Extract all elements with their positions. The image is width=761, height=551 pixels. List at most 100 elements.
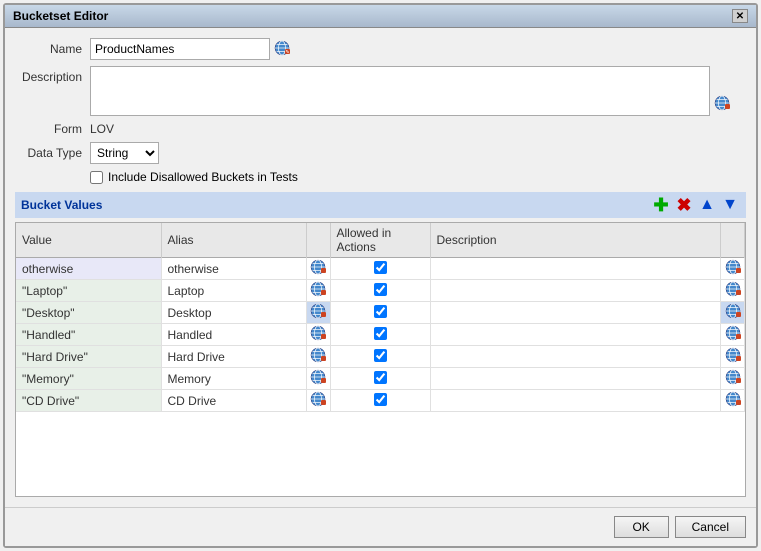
datatype-row: Data Type String Number Date — [15, 142, 746, 164]
cell-desc-globe-icon[interactable] — [721, 324, 745, 346]
allowed-checkbox[interactable] — [374, 261, 387, 274]
include-disallowed-checkbox[interactable] — [90, 171, 103, 184]
cell-alias[interactable]: Laptop — [161, 280, 306, 302]
cell-allowed[interactable] — [330, 346, 430, 368]
move-down-button[interactable]: ▼ — [720, 195, 740, 215]
bucketset-editor-dialog: Bucketset Editor ✕ Name ✎ Descriptio — [3, 3, 758, 548]
cell-alias-globe-icon[interactable] — [306, 302, 330, 324]
cell-allowed[interactable] — [330, 302, 430, 324]
cell-allowed[interactable] — [330, 280, 430, 302]
cell-alias-globe-icon[interactable] — [306, 390, 330, 412]
cell-value[interactable]: "Laptop" — [16, 280, 161, 302]
allowed-checkbox[interactable] — [374, 349, 387, 362]
cell-value[interactable]: "Hard Drive" — [16, 346, 161, 368]
down-arrow-icon: ▼ — [722, 196, 738, 214]
table-row[interactable]: "Desktop" Desktop — [16, 302, 745, 324]
allowed-checkbox[interactable] — [374, 371, 387, 384]
cell-desc-globe-icon[interactable] — [721, 280, 745, 302]
description-textarea[interactable] — [90, 66, 710, 116]
cell-alias[interactable]: Desktop — [161, 302, 306, 324]
table-row[interactable]: "Handled" Handled — [16, 324, 745, 346]
bucket-rows-body: otherwise otherwise "Laptop" Laptop — [16, 258, 745, 412]
bucket-values-table-container: Value Alias Allowed in Actions Descripti… — [15, 222, 746, 497]
cell-alias[interactable]: Handled — [161, 324, 306, 346]
desc-globe-icon[interactable] — [714, 95, 730, 114]
table-row[interactable]: "Memory" Memory — [16, 368, 745, 390]
cell-desc-globe-icon[interactable] — [721, 346, 745, 368]
name-input[interactable] — [90, 38, 270, 60]
allowed-checkbox[interactable] — [374, 305, 387, 318]
cell-alias[interactable]: Memory — [161, 368, 306, 390]
table-row[interactable]: "CD Drive" CD Drive — [16, 390, 745, 412]
add-icon: ✚ — [653, 195, 668, 216]
delete-bucket-button[interactable]: ✖ — [674, 195, 694, 215]
allowed-checkbox[interactable] — [374, 327, 387, 340]
title-bar: Bucketset Editor ✕ — [5, 5, 756, 28]
form-row: Form LOV — [15, 122, 746, 136]
cell-alias-globe-icon[interactable] — [306, 258, 330, 280]
form-label: Form — [15, 122, 90, 136]
cell-allowed[interactable] — [330, 324, 430, 346]
table-row[interactable]: otherwise otherwise — [16, 258, 745, 280]
datatype-label: Data Type — [15, 146, 90, 160]
cell-alias[interactable]: CD Drive — [161, 390, 306, 412]
cell-alias-globe-icon[interactable] — [306, 280, 330, 302]
table-header-row: Value Alias Allowed in Actions Descripti… — [16, 223, 745, 258]
cell-value[interactable]: "CD Drive" — [16, 390, 161, 412]
cell-allowed[interactable] — [330, 390, 430, 412]
cell-value[interactable]: otherwise — [16, 258, 161, 280]
up-arrow-icon: ▲ — [699, 196, 715, 214]
delete-icon: ✖ — [676, 195, 691, 216]
col-value: Value — [16, 223, 161, 258]
name-globe-icon[interactable]: ✎ — [274, 40, 290, 59]
bucket-values-section-header: Bucket Values ✚ ✖ ▲ ▼ — [15, 192, 746, 218]
cell-description[interactable] — [430, 258, 721, 280]
cell-description[interactable] — [430, 390, 721, 412]
form-value: LOV — [90, 122, 114, 136]
cell-description[interactable] — [430, 368, 721, 390]
bucket-values-table: Value Alias Allowed in Actions Descripti… — [16, 223, 745, 412]
cell-value[interactable]: "Handled" — [16, 324, 161, 346]
toolbar-buttons: ✚ ✖ ▲ ▼ — [651, 195, 740, 215]
col-desc-icon — [721, 223, 745, 258]
ok-button[interactable]: OK — [614, 516, 669, 538]
bucket-values-title: Bucket Values — [21, 198, 102, 212]
include-disallowed-label: Include Disallowed Buckets in Tests — [108, 170, 298, 184]
cell-description[interactable] — [430, 302, 721, 324]
cancel-button[interactable]: Cancel — [675, 516, 746, 538]
description-row: Description — [15, 66, 746, 116]
cell-description[interactable] — [430, 280, 721, 302]
cell-alias[interactable]: Hard Drive — [161, 346, 306, 368]
footer: OK Cancel — [5, 507, 756, 546]
dialog-content: Name ✎ Description — [5, 28, 756, 507]
cell-desc-globe-icon[interactable] — [721, 390, 745, 412]
cell-alias-globe-icon[interactable] — [306, 324, 330, 346]
cell-alias[interactable]: otherwise — [161, 258, 306, 280]
cell-alias-globe-icon[interactable] — [306, 346, 330, 368]
cell-desc-globe-icon[interactable] — [721, 368, 745, 390]
cell-value[interactable]: "Desktop" — [16, 302, 161, 324]
table-row[interactable]: "Hard Drive" Hard Drive — [16, 346, 745, 368]
cell-value[interactable]: "Memory" — [16, 368, 161, 390]
description-label: Description — [15, 66, 90, 84]
table-row[interactable]: "Laptop" Laptop — [16, 280, 745, 302]
allowed-checkbox[interactable] — [374, 393, 387, 406]
cell-description[interactable] — [430, 346, 721, 368]
include-disallowed-row: Include Disallowed Buckets in Tests — [90, 170, 746, 184]
name-label: Name — [15, 42, 90, 56]
move-up-button[interactable]: ▲ — [697, 195, 717, 215]
cell-alias-globe-icon[interactable] — [306, 368, 330, 390]
add-bucket-button[interactable]: ✚ — [651, 195, 671, 215]
cell-desc-globe-icon[interactable] — [721, 258, 745, 280]
cell-allowed[interactable] — [330, 258, 430, 280]
col-description: Description — [430, 223, 721, 258]
close-button[interactable]: ✕ — [732, 9, 748, 23]
cell-allowed[interactable] — [330, 368, 430, 390]
name-row: Name ✎ — [15, 38, 746, 60]
datatype-select[interactable]: String Number Date — [90, 142, 159, 164]
cell-description[interactable] — [430, 324, 721, 346]
dialog-title: Bucketset Editor — [13, 9, 108, 23]
col-allowed: Allowed in Actions — [330, 223, 430, 258]
cell-desc-globe-icon[interactable] — [721, 302, 745, 324]
allowed-checkbox[interactable] — [374, 283, 387, 296]
